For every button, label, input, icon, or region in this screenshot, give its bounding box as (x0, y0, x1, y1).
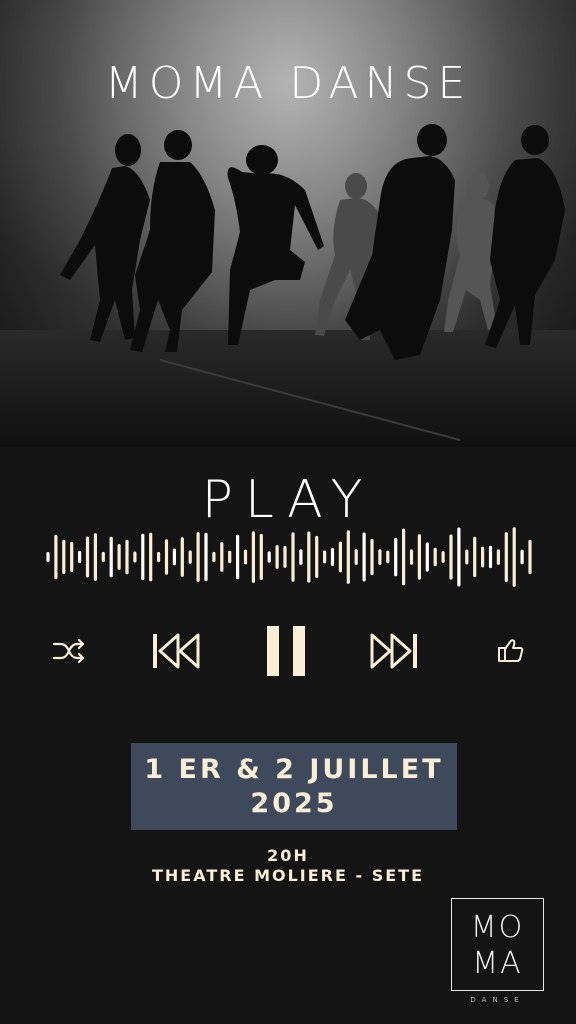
waveform-bar (236, 534, 240, 580)
previous-icon[interactable] (150, 630, 202, 672)
waveform-bar (323, 550, 327, 564)
waveform-bar (164, 539, 169, 575)
waveform-bar (473, 536, 477, 578)
moma-logo: MO MA (451, 898, 544, 991)
waveform-bar (251, 531, 255, 583)
waveform-bar (528, 539, 532, 575)
waveform-bar (520, 549, 524, 565)
waveform-bar (409, 549, 414, 565)
waveform-bar (133, 551, 137, 563)
waveform-bar (449, 534, 453, 580)
waveform-bar (46, 552, 50, 562)
waveform-bar (488, 545, 493, 569)
waveform-bar (481, 546, 485, 568)
waveform-bar (378, 549, 382, 565)
waveform-bar (54, 534, 58, 580)
waveform-bar (457, 527, 461, 587)
waveform-bar (141, 533, 145, 581)
waveform-bar (315, 535, 319, 578)
waveform-bar (354, 549, 358, 565)
waveform-bar (465, 549, 469, 565)
waveform-bar (425, 542, 429, 572)
waveform-bar (394, 537, 398, 577)
next-icon[interactable] (368, 630, 420, 672)
waveform-bar (370, 538, 374, 576)
waveform-bar (259, 533, 263, 581)
waveform-bar (275, 545, 279, 569)
player-controls (0, 620, 576, 680)
waveform-bar (78, 550, 82, 564)
waveform-bar (402, 528, 406, 586)
waveform-bar (188, 550, 192, 564)
hero-title: MOMA DANSE (104, 58, 472, 109)
waveform-bar (267, 551, 271, 563)
logo-line2: MA (472, 946, 523, 981)
waveform-bar (307, 531, 311, 583)
waveform-bar (149, 532, 153, 582)
waveform-bar (62, 539, 66, 574)
like-icon[interactable] (497, 638, 525, 664)
waveform-bar (101, 551, 105, 563)
waveform-bar (85, 536, 90, 578)
waveform-bar (109, 536, 113, 578)
logo-subtitle: DANSE (470, 996, 525, 1004)
waveform-bar (204, 532, 208, 582)
waveform-bar (299, 549, 303, 565)
logo-line1: MO (470, 910, 525, 945)
audio-waveform-icon (46, 527, 532, 587)
waveform-bar (70, 541, 74, 572)
waveform-bar (172, 548, 176, 566)
waveform-bar (362, 532, 366, 582)
waveform-bar (220, 542, 224, 572)
waveform-bar (441, 551, 445, 563)
waveform-bar (504, 532, 508, 582)
waveform-bar (180, 537, 184, 577)
waveform-bar (338, 541, 342, 573)
waveform-bar (243, 549, 248, 565)
hero-image: MOMA DANSE (0, 0, 576, 447)
waveform-bar (212, 551, 216, 563)
event-date-box: 1 ER & 2 JUILLET 2025 (131, 743, 457, 830)
waveform-bar (346, 530, 350, 584)
waveform-bar (496, 549, 500, 565)
waveform-bar (386, 550, 390, 564)
waveform-bar (330, 548, 335, 567)
waveform-bar (157, 551, 161, 563)
shuffle-icon[interactable] (52, 636, 86, 666)
event-date-line2: 2025 (250, 787, 338, 819)
event-time: 20H (267, 846, 309, 865)
waveform-bar (417, 534, 421, 580)
waveform-bar (291, 532, 295, 582)
event-venue: THEATRE MOLIERE - SETE (151, 866, 425, 885)
event-date-line1: 1 ER & 2 JUILLET (144, 753, 444, 785)
waveform-bar (93, 533, 97, 581)
play-title: PLAY (201, 470, 375, 530)
waveform-bar (117, 544, 121, 570)
pause-icon[interactable] (266, 626, 306, 676)
waveform-bar (512, 527, 516, 587)
waveform-bar (125, 539, 129, 575)
waveform-bar (433, 547, 437, 567)
waveform-bar (228, 550, 232, 564)
waveform-bar (196, 532, 200, 582)
waveform-bar (283, 546, 287, 568)
